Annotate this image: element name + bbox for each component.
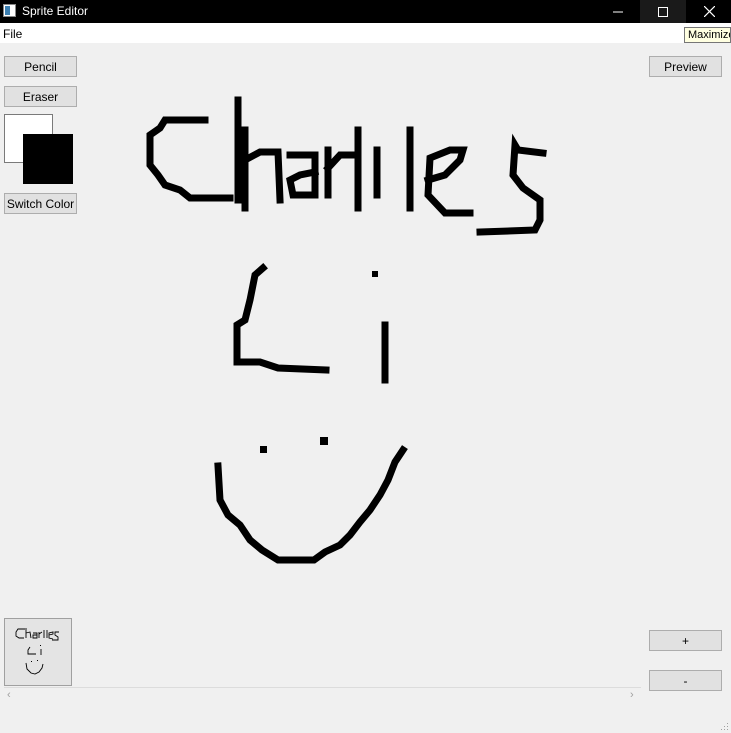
maximize-button[interactable] bbox=[640, 0, 686, 23]
menu-bar: File bbox=[0, 23, 731, 43]
close-button[interactable] bbox=[686, 0, 731, 23]
horizontal-scrollbar[interactable]: ‹ › bbox=[4, 687, 641, 704]
minimize-icon bbox=[613, 11, 623, 12]
menu-file[interactable]: File bbox=[3, 27, 22, 41]
scroll-left-arrow[interactable]: ‹ bbox=[7, 689, 11, 701]
primary-color-swatch[interactable] bbox=[23, 134, 73, 184]
thumbnail-drawing bbox=[15, 628, 59, 675]
canvas-drawing bbox=[146, 96, 547, 564]
eraser-button[interactable]: Eraser bbox=[4, 86, 77, 107]
add-frame-button[interactable]: + bbox=[649, 630, 722, 651]
maximize-icon bbox=[658, 6, 668, 17]
sprite-thumbnail[interactable] bbox=[4, 618, 72, 686]
switch-color-button[interactable]: Switch Color bbox=[4, 193, 77, 214]
window-title: Sprite Editor bbox=[22, 4, 89, 18]
drawing-canvas[interactable] bbox=[140, 90, 550, 570]
title-bar: Sprite Editor bbox=[0, 0, 731, 23]
resize-grip-icon[interactable] bbox=[721, 723, 729, 731]
pencil-button[interactable]: Pencil bbox=[4, 56, 77, 77]
minimize-button[interactable] bbox=[595, 0, 641, 23]
preview-button[interactable]: Preview bbox=[649, 56, 722, 77]
maximize-tooltip: Maximize bbox=[684, 27, 731, 43]
scroll-right-arrow[interactable]: › bbox=[630, 689, 634, 701]
close-icon bbox=[703, 6, 715, 17]
app-icon bbox=[3, 4, 16, 17]
remove-frame-button[interactable]: - bbox=[649, 670, 722, 691]
